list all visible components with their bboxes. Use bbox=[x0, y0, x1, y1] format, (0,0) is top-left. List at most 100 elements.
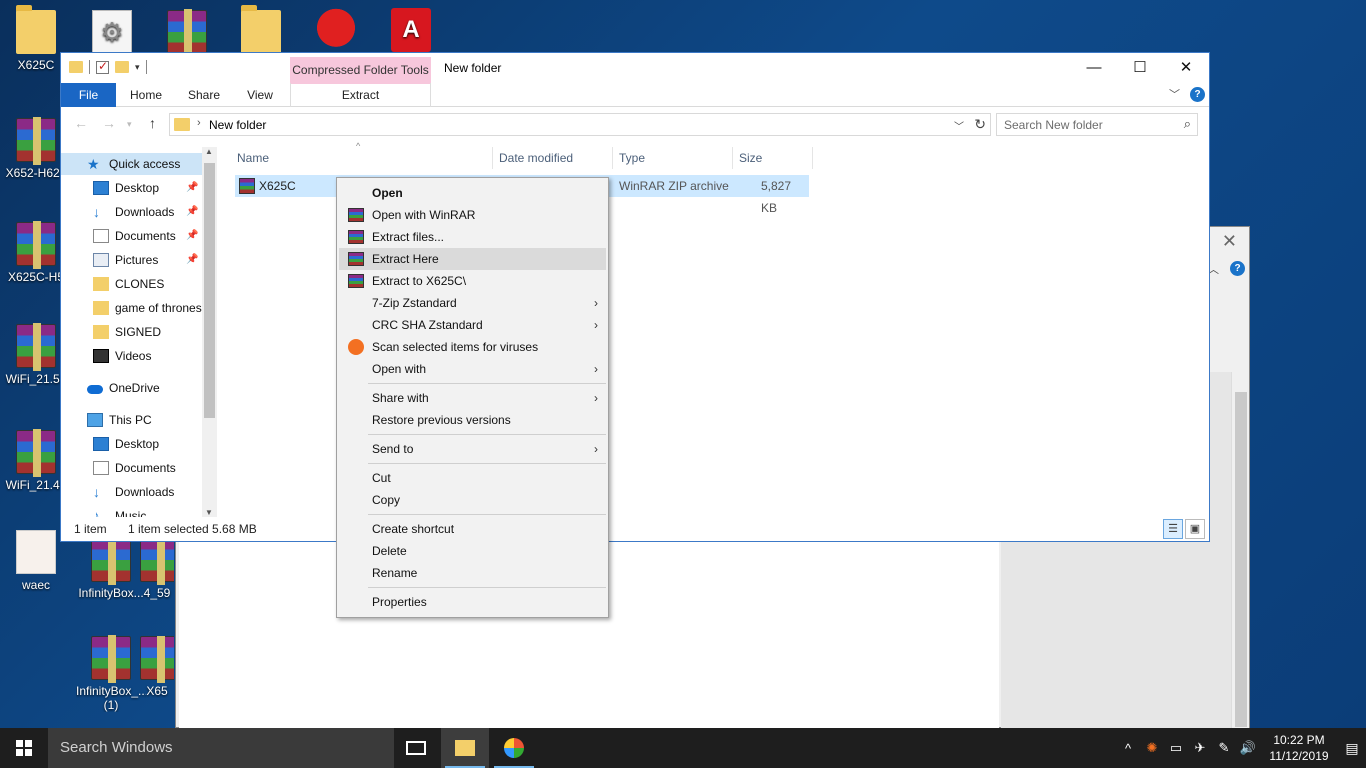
breadcrumb[interactable]: New folder bbox=[209, 118, 266, 132]
recent-locations-icon[interactable]: ▾ bbox=[127, 119, 132, 130]
nav-item-videos[interactable]: Videos bbox=[61, 345, 202, 367]
desktop-icon-infinitybox[interactable]: InfinityBox... bbox=[76, 537, 146, 600]
tab-share[interactable]: Share bbox=[181, 83, 227, 107]
help-icon[interactable]: ? bbox=[1230, 261, 1245, 276]
nav-item-signed[interactable]: SIGNED bbox=[61, 321, 202, 343]
menu-item-properties[interactable]: Properties bbox=[339, 591, 606, 613]
forward-arrow-icon[interactable]: → bbox=[102, 115, 116, 131]
scroll-up-icon[interactable]: ▲ bbox=[205, 147, 213, 156]
column-header-date-modified[interactable]: Date modified bbox=[493, 147, 613, 169]
details-view-icon[interactable]: ☰ bbox=[1163, 519, 1183, 539]
nav-item-game-of-thrones[interactable]: game of thrones bbox=[61, 297, 202, 319]
menu-item-extract-here[interactable]: Extract Here bbox=[339, 248, 606, 270]
submenu-arrow-icon: › bbox=[594, 442, 598, 456]
desktop-icon-settings[interactable] bbox=[77, 10, 147, 58]
nav-item-pc-music[interactable]: ♪ Music bbox=[61, 505, 202, 517]
nav-item-pc-desktop[interactable]: Desktop bbox=[61, 433, 202, 455]
nav-item-label: Desktop bbox=[115, 181, 160, 195]
menu-item-cut[interactable]: Cut bbox=[339, 467, 606, 489]
nav-item-quick-access[interactable]: ★ Quick access bbox=[61, 153, 202, 175]
search-icon[interactable]: ⌕ bbox=[1184, 116, 1191, 132]
pen-icon[interactable]: ✎ bbox=[1212, 740, 1236, 756]
menu-item-open-with[interactable]: Open with › bbox=[339, 358, 606, 380]
file-explorer-window[interactable]: ▾ Compressed Folder Tools New folder — ☐… bbox=[60, 52, 1210, 542]
task-view-button[interactable] bbox=[392, 728, 440, 768]
menu-item-extract-files[interactable]: Extract files... bbox=[339, 226, 606, 248]
desktop-icon-folder[interactable] bbox=[226, 5, 296, 58]
nav-item-pictures[interactable]: Pictures 📌 bbox=[61, 249, 202, 271]
maximize-button[interactable]: ☐ bbox=[1117, 53, 1163, 83]
tab-extract[interactable]: Extract bbox=[290, 83, 431, 107]
new-folder-icon[interactable] bbox=[115, 61, 129, 73]
address-bar[interactable]: › New folder ﹀ ↻ bbox=[169, 113, 991, 136]
chevron-down-icon[interactable]: ﹀ bbox=[954, 118, 964, 133]
tab-view[interactable]: View bbox=[237, 83, 283, 107]
menu-item-create-shortcut[interactable]: Create shortcut bbox=[339, 518, 606, 540]
show-hidden-icons-icon[interactable]: ^ bbox=[1116, 741, 1140, 756]
menu-item-7zip-zstandard[interactable]: 7-Zip Zstandard › bbox=[339, 292, 606, 314]
taskbar-paint[interactable] bbox=[490, 728, 538, 768]
menu-item-delete[interactable]: Delete bbox=[339, 540, 606, 562]
menu-item-extract-to[interactable]: Extract to X625C\ bbox=[339, 270, 606, 292]
nav-item-documents[interactable]: Documents 📌 bbox=[61, 225, 202, 247]
tab-home[interactable]: Home bbox=[123, 83, 169, 107]
tab-file[interactable]: File bbox=[61, 83, 116, 107]
properties-icon[interactable] bbox=[96, 59, 109, 74]
scrollbar-thumb[interactable] bbox=[1235, 392, 1247, 727]
scroll-down-icon[interactable]: ▼ bbox=[205, 508, 213, 517]
column-header-size[interactable]: Size bbox=[733, 147, 813, 169]
menu-item-crc-sha-zstandard[interactable]: CRC SHA Zstandard › bbox=[339, 314, 606, 336]
taskbar-file-explorer[interactable] bbox=[441, 728, 489, 768]
avast-tray-icon[interactable]: ✺ bbox=[1140, 740, 1164, 756]
up-arrow-icon[interactable]: ↑ bbox=[149, 115, 156, 131]
column-header-name[interactable]: Name bbox=[231, 147, 493, 169]
help-icon[interactable]: ? bbox=[1190, 86, 1205, 102]
desktop-icon-4-59[interactable]: 4_59 bbox=[140, 538, 174, 600]
nav-item-pc-documents[interactable]: Documents bbox=[61, 457, 202, 479]
large-icons-view-icon[interactable]: ▣ bbox=[1185, 519, 1205, 539]
nav-item-downloads[interactable]: ↓ Downloads 📌 bbox=[61, 201, 202, 223]
column-header-type[interactable]: Type bbox=[613, 147, 733, 169]
refresh-icon[interactable]: ↻ bbox=[974, 116, 986, 133]
menu-item-send-to[interactable]: Send to › bbox=[339, 438, 606, 460]
start-button[interactable] bbox=[0, 728, 48, 768]
nav-pane-scrollbar[interactable]: ▲ ▼ bbox=[202, 147, 217, 517]
taskbar-search-box[interactable]: Search Windows bbox=[48, 728, 394, 768]
desktop-icon-archive[interactable] bbox=[152, 9, 222, 58]
network-icon[interactable]: ✈ bbox=[1188, 740, 1212, 756]
close-button[interactable]: ✕ bbox=[1163, 53, 1209, 83]
desktop-icon-pdf[interactable] bbox=[376, 8, 446, 56]
menu-item-copy[interactable]: Copy bbox=[339, 489, 606, 511]
scrollbar-thumb[interactable] bbox=[204, 163, 215, 418]
notifications-icon[interactable]: ▤ bbox=[1338, 740, 1366, 757]
close-icon[interactable]: ✕ bbox=[1222, 231, 1237, 252]
nav-item-onedrive[interactable]: OneDrive bbox=[61, 377, 202, 399]
title-bar[interactable]: ▾ Compressed Folder Tools New folder — ☐… bbox=[61, 53, 1209, 84]
menu-item-share-with[interactable]: Share with › bbox=[339, 387, 606, 409]
back-arrow-icon[interactable]: ← bbox=[74, 115, 88, 131]
vertical-scrollbar[interactable] bbox=[1231, 372, 1249, 728]
battery-icon[interactable]: ▭ bbox=[1164, 740, 1188, 756]
desktop-icon-x65[interactable]: X65 bbox=[140, 636, 174, 698]
desktop-icon-label: X65 bbox=[146, 684, 168, 698]
expand-ribbon-icon[interactable]: ﹀ bbox=[1169, 86, 1180, 102]
menu-item-restore-previous-versions[interactable]: Restore previous versions bbox=[339, 409, 606, 431]
customize-toolbar-icon[interactable]: ▾ bbox=[135, 62, 140, 73]
desktop-icon-app[interactable] bbox=[301, 8, 371, 56]
breadcrumb-chevron-icon[interactable]: › bbox=[197, 117, 201, 129]
menu-item-label: Open with WinRAR bbox=[372, 208, 476, 222]
menu-item-open[interactable]: Open bbox=[339, 182, 606, 204]
desktop-icon-infinitybox-1[interactable]: InfinityBox_... (1) bbox=[76, 635, 146, 712]
menu-item-rename[interactable]: Rename bbox=[339, 562, 606, 584]
clock[interactable]: 10:22 PM 11/12/2019 bbox=[1260, 732, 1338, 764]
nav-item-this-pc[interactable]: This PC bbox=[61, 409, 202, 431]
paint-icon bbox=[504, 738, 524, 758]
nav-item-clones[interactable]: CLONES bbox=[61, 273, 202, 295]
nav-item-pc-downloads[interactable]: ↓ Downloads bbox=[61, 481, 202, 503]
search-input[interactable]: Search New folder ⌕ bbox=[996, 113, 1198, 136]
menu-item-open-with-winrar[interactable]: Open with WinRAR bbox=[339, 204, 606, 226]
menu-item-scan-viruses[interactable]: Scan selected items for viruses bbox=[339, 336, 606, 358]
minimize-button[interactable]: — bbox=[1071, 53, 1117, 83]
volume-icon[interactable]: 🔊 bbox=[1236, 740, 1260, 756]
nav-item-desktop[interactable]: Desktop 📌 bbox=[61, 177, 202, 199]
